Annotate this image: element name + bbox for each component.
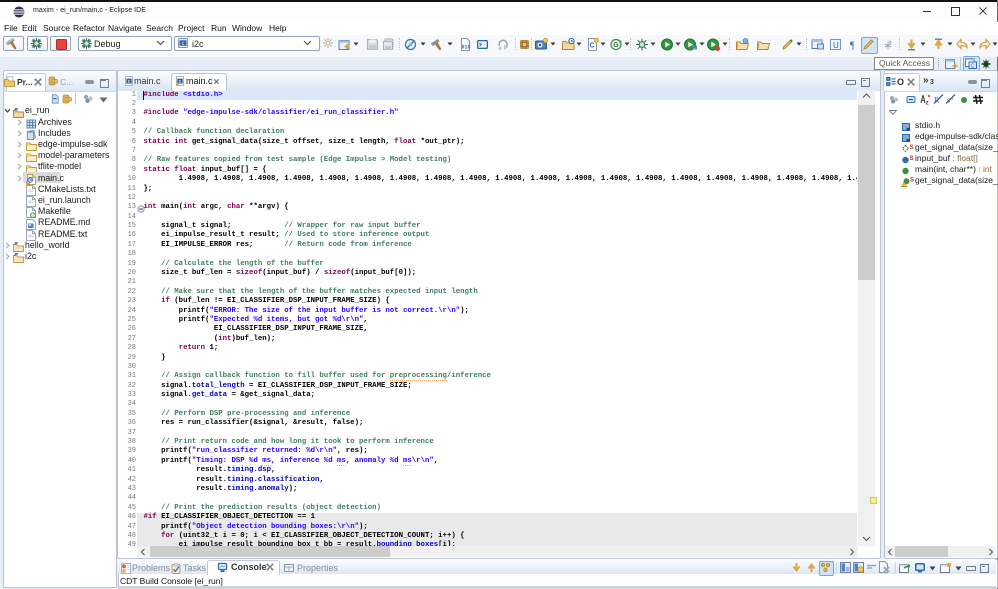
svg-text:010: 010 (462, 45, 471, 51)
svg-text:¶: ¶ (850, 41, 855, 52)
svg-text:U: U (833, 41, 839, 50)
svg-text:C: C (971, 64, 975, 70)
svg-text:S: S (910, 145, 914, 151)
svg-text:C: C (590, 43, 595, 50)
svg-text:c: c (182, 41, 185, 47)
svg-text:S: S (910, 178, 914, 184)
svg-text:S: S (910, 156, 914, 162)
svg-text:z: z (926, 100, 930, 106)
svg-text:G: G (613, 42, 619, 49)
